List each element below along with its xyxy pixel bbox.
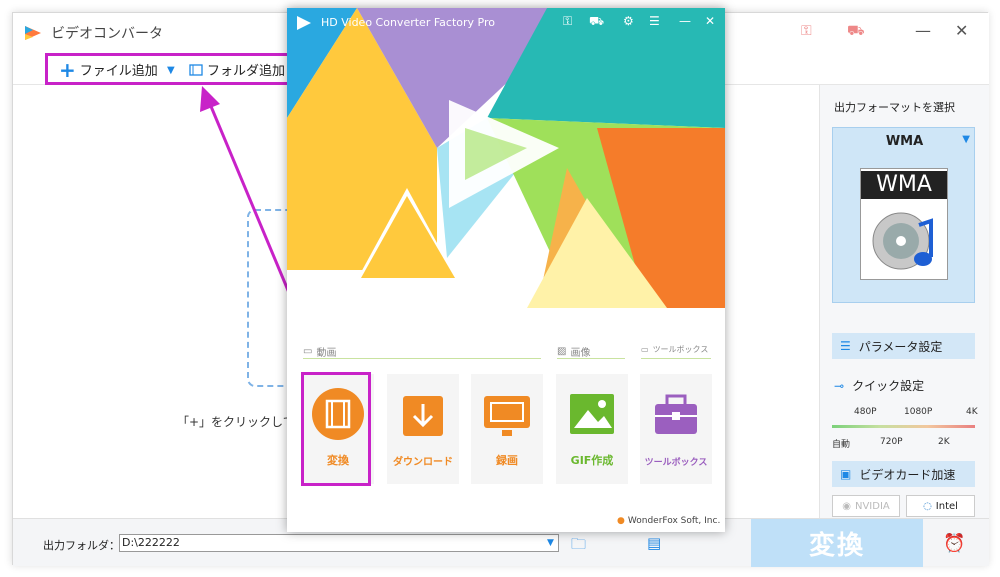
launcher-menu-icon[interactable]: ☰ [649, 14, 660, 28]
launcher-cart-icon[interactable]: ⛟ [589, 14, 604, 30]
tile-gif-label: GIF作成 [570, 454, 614, 467]
tile-record[interactable]: 録画 [471, 374, 543, 484]
screen-record-icon [484, 396, 530, 436]
brand-label: WonderFox Soft, Inc. [627, 516, 721, 526]
launcher-minimize-button[interactable]: — [679, 14, 691, 28]
toolbox-icon [655, 394, 697, 434]
launcher-gear-icon[interactable]: ⚙ [623, 14, 634, 28]
tile-gif[interactable]: GIF作成 [556, 374, 628, 484]
wonderfox-logo-icon: ● [617, 516, 625, 526]
tile-record-label: 録画 [496, 454, 518, 467]
gif-image-icon [570, 394, 614, 434]
section-video-line [303, 358, 541, 359]
section-video-label: 動画 [316, 348, 337, 359]
section-image: ▨ 画像 [557, 344, 590, 359]
tile-toolbox-label: ツールボックス [644, 458, 708, 468]
launcher-close-button[interactable]: ✕ [705, 14, 715, 28]
section-image-line [557, 358, 625, 359]
section-toolbox-label: ツールボックス [652, 345, 709, 354]
section-toolbox: ▭ ツールボックス [641, 344, 708, 355]
convert-highlight [301, 372, 371, 486]
section-video: ▭ 動画 [303, 344, 336, 359]
launcher-key-icon[interactable]: ⚿ [563, 14, 572, 29]
tile-toolbox[interactable]: ツールボックス [640, 374, 712, 484]
launcher-title: HD Video Converter Factory Pro [321, 16, 495, 29]
section-image-label: 画像 [570, 348, 591, 359]
launcher-logo-icon [297, 16, 311, 30]
brand: ● WonderFox Soft, Inc. [617, 516, 720, 526]
video-section-icon: ▭ [303, 346, 313, 357]
image-section-icon: ▨ [557, 346, 567, 357]
hero-banner [287, 8, 725, 308]
launcher-window: HD Video Converter Factory Pro ⚿ ⛟ ⚙ ☰ —… [287, 8, 725, 532]
section-toolbox-line [641, 358, 711, 359]
toolbox-section-icon: ▭ [641, 345, 649, 354]
screen: ビデオコンバータ ⚿ ⛟ — ✕ + ファイル追加 ▼ フォルダ追加 「+」をク… [0, 0, 1000, 577]
tile-download[interactable]: ダウンロード [387, 374, 459, 484]
download-icon [403, 396, 443, 436]
tile-download-label: ダウンロード [393, 457, 453, 468]
